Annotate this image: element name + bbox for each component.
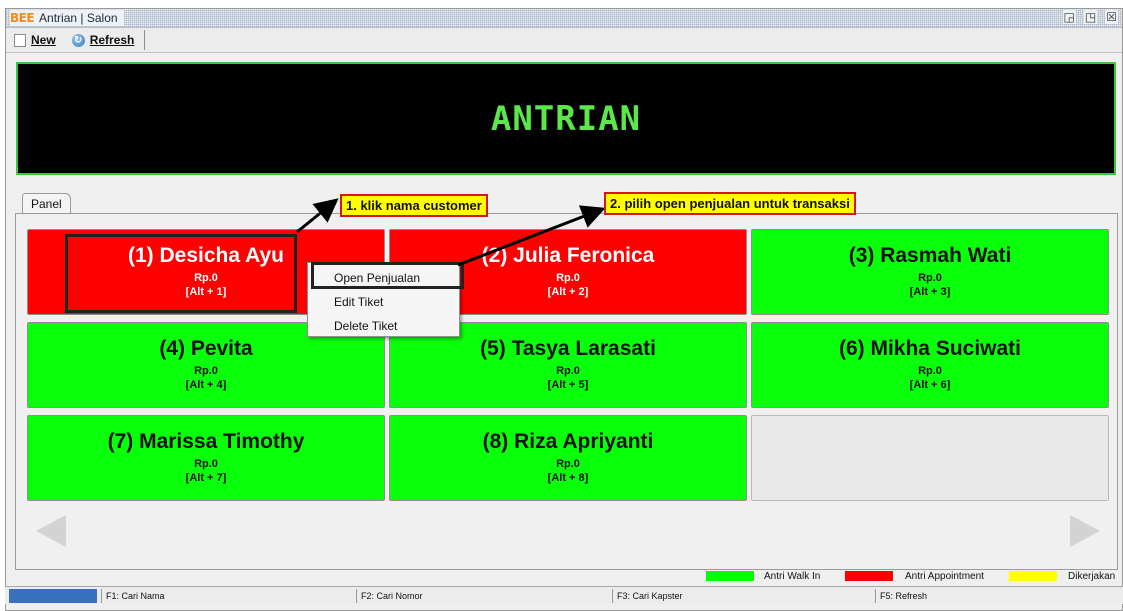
customer-shortcut: [Alt + 8] [547, 472, 589, 484]
customer-amount: Rp.0 [556, 458, 580, 470]
arrow-left-icon[interactable] [36, 515, 66, 547]
customer-shortcut: [Alt + 6] [909, 379, 951, 391]
customer-amount: Rp.0 [194, 458, 218, 470]
menu-item-delete-tiket[interactable]: Delete Tiket [308, 316, 459, 336]
highlight-customer-name [65, 234, 297, 313]
customer-shortcut: [Alt + 3] [909, 286, 951, 298]
status-hint-refresh: F5: Refresh [875, 589, 1119, 603]
status-bar: F1: Cari Nama F2: Cari Nomor F3: Cari Ka… [5, 586, 1123, 604]
queue-card-3[interactable]: (3) Rasmah Wati Rp.0 [Alt + 3] [751, 229, 1109, 315]
queue-banner: ANTRIAN [16, 62, 1116, 175]
menu-item-edit-tiket[interactable]: Edit Tiket [308, 292, 459, 312]
customer-name[interactable]: (5) Tasya Larasati [390, 337, 746, 361]
callout-step2: 2. pilih open penjualan untuk transaksi [604, 192, 856, 215]
customer-amount: Rp.0 [556, 365, 580, 377]
banner-title: ANTRIAN [490, 98, 642, 139]
legend-label-walkin: Antri Walk In [764, 571, 821, 582]
customer-name[interactable]: (6) Mikha Suciwati [752, 337, 1108, 361]
customer-amount: Rp.0 [918, 365, 942, 377]
legend-label-appointment: Antri Appointment [905, 571, 984, 582]
maximize-icon[interactable]: ◳ [1083, 10, 1098, 24]
new-label: New [31, 33, 56, 47]
callout-step1: 1. klik nama customer [340, 194, 488, 217]
window-title: Antrian | Salon [39, 11, 118, 25]
customer-name[interactable]: (7) Marissa Timothy [28, 430, 384, 454]
refresh-button[interactable]: ↻ Refresh [64, 29, 143, 51]
restore-icon[interactable]: ◲ [1062, 10, 1076, 24]
toolbar: New ↻ Refresh [6, 28, 1122, 53]
refresh-icon: ↻ [71, 33, 85, 47]
logo-icon: BEE [10, 11, 35, 25]
queue-card-empty [751, 415, 1109, 501]
customer-amount: Rp.0 [918, 272, 942, 284]
close-icon[interactable]: ☒ [1105, 10, 1118, 24]
arrow-right-icon[interactable] [1070, 515, 1100, 547]
new-button[interactable]: New [6, 29, 64, 51]
queue-card-6[interactable]: (6) Mikha Suciwati Rp.0 [Alt + 6] [751, 322, 1109, 408]
queue-card-7[interactable]: (7) Marissa Timothy Rp.0 [Alt + 7] [27, 415, 385, 501]
customer-shortcut: [Alt + 4] [185, 379, 227, 391]
status-indicator [9, 589, 97, 603]
customer-shortcut: [Alt + 5] [547, 379, 589, 391]
legend-swatch-appointment [845, 571, 893, 581]
legend-label-dikerjakan: Dikerjakan [1068, 571, 1116, 582]
customer-name[interactable]: (3) Rasmah Wati [752, 244, 1108, 268]
customer-name[interactable]: (8) Riza Apriyanti [390, 430, 746, 454]
title-group: BEE Antrian | Salon [10, 10, 124, 26]
customer-shortcut: [Alt + 7] [185, 472, 227, 484]
status-hint-cari-nomor: F2: Cari Nomor [356, 589, 612, 603]
customer-amount: Rp.0 [194, 365, 218, 377]
status-hint-cari-kapster: F3: Cari Kapster [612, 589, 875, 603]
highlight-open-penjualan [311, 262, 464, 289]
refresh-label: Refresh [89, 33, 135, 47]
window-controls: ◲ ◳ ☒ [1062, 10, 1118, 24]
customer-name[interactable]: (4) Pevita [28, 337, 384, 361]
title-bar: BEE Antrian | Salon ◲ ◳ ☒ [6, 9, 1122, 28]
new-icon [14, 33, 26, 47]
toolbar-divider [144, 30, 146, 50]
queue-card-8[interactable]: (8) Riza Apriyanti Rp.0 [Alt + 8] [389, 415, 747, 501]
legend-swatch-dikerjakan [1009, 571, 1057, 581]
status-hint-cari-nama: F1: Cari Nama [101, 589, 356, 603]
legend-swatch-walkin [706, 571, 754, 581]
tab-panel[interactable]: Panel [22, 193, 71, 214]
